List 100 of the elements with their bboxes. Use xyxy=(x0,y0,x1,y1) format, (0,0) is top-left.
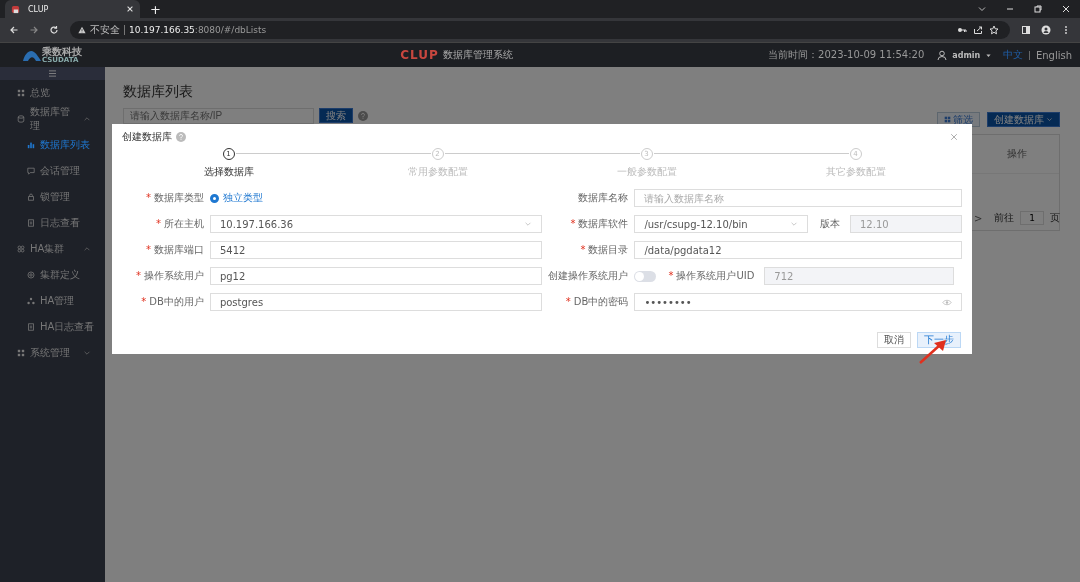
language-link[interactable]: English xyxy=(1035,49,1072,61)
required-mark: * xyxy=(565,296,571,307)
radio-button[interactable] xyxy=(209,193,219,203)
forward-icon[interactable] xyxy=(29,25,39,35)
select-field[interactable]: /usr/csupg-12.10/bin xyxy=(634,215,808,233)
reload-icon[interactable] xyxy=(49,25,59,35)
back-icon[interactable] xyxy=(9,25,19,35)
required-mark: * xyxy=(155,218,161,229)
menu-icon[interactable] xyxy=(48,70,57,77)
user-icon xyxy=(937,50,948,60)
required-mark: * xyxy=(145,192,151,203)
required-mark: * xyxy=(141,296,147,307)
caret-icon xyxy=(790,220,798,228)
input-field[interactable]: pg12 xyxy=(209,267,542,285)
company-name: 乘数科技 xyxy=(42,46,82,57)
sidebar-item[interactable]: HA集群 xyxy=(0,236,105,262)
share-icon[interactable] xyxy=(973,25,983,35)
step-label: 选择数据库 xyxy=(203,165,254,179)
tab-title: CLUP xyxy=(28,4,50,14)
key-icon[interactable] xyxy=(957,25,967,35)
password-field[interactable]: •••••••• xyxy=(634,293,962,311)
goto-label: 前往 xyxy=(994,211,1015,225)
required-mark: * xyxy=(570,218,576,229)
menu-item-icon xyxy=(27,271,35,279)
field-label: 所在主机 xyxy=(163,218,204,229)
system-title: 数据库管理系统 xyxy=(442,48,513,62)
grid-icon xyxy=(944,116,951,123)
search-button[interactable]: 搜索 xyxy=(319,108,353,123)
restore-icon[interactable] xyxy=(1033,4,1043,14)
caret-icon xyxy=(1046,116,1053,123)
page-suffix: 页 xyxy=(1050,211,1060,225)
sidebar-item[interactable]: 数据库列表 xyxy=(0,132,105,158)
chevron-down-icon[interactable] xyxy=(977,4,987,14)
app-logo-icon xyxy=(11,4,20,14)
menu-item-icon xyxy=(17,349,25,357)
caret-icon[interactable] xyxy=(985,51,993,59)
required-mark: * xyxy=(580,244,586,255)
sidebar-item[interactable]: HA管理 xyxy=(0,288,105,314)
required-mark: * xyxy=(135,270,141,281)
field-label: DB中的用户 xyxy=(149,296,204,307)
select-field[interactable]: 10.197.166.36 xyxy=(209,215,542,233)
required-mark: * xyxy=(668,270,674,281)
field-label: 操作系统用户UID xyxy=(676,270,755,281)
browser-tab[interactable]: CLUP xyxy=(5,0,140,18)
logo-icon xyxy=(22,49,42,61)
menu-item-icon xyxy=(27,141,35,149)
address-bar[interactable]: 不安全 10.197.166.35:8080/#/dbLists xyxy=(70,21,1010,39)
security-label: 不安全 xyxy=(90,23,120,37)
menu-item-icon xyxy=(17,89,25,97)
url-path: :8080/#/dbLists xyxy=(194,25,267,35)
menu-item-icon xyxy=(27,297,35,305)
input-field[interactable]: 5412 xyxy=(209,241,542,259)
create-database-button[interactable]: 创建数据库 xyxy=(987,112,1060,127)
url-host: 10.197.166.35 xyxy=(129,25,195,35)
sidebar-item[interactable]: 集群定义 xyxy=(0,262,105,288)
menu-item-icon xyxy=(27,167,35,175)
field-label: 创建操作系统用户 xyxy=(548,270,629,281)
next-page-button[interactable]: > xyxy=(973,212,983,224)
menu-item-icon xyxy=(17,245,25,253)
sidebar-item[interactable]: 总览 xyxy=(0,80,105,106)
current-time: 当前时间：2023-10-09 11:54:20 xyxy=(768,48,925,62)
sidebar-item[interactable]: 会话管理 xyxy=(0,158,105,184)
field-label: 版本 xyxy=(820,218,840,229)
sidebar-item[interactable]: 日志查看 xyxy=(0,210,105,236)
column-header: 操作 xyxy=(1005,147,1028,161)
input-field[interactable]: 请输入数据库名称 xyxy=(634,189,962,207)
page-number-field[interactable]: 1 xyxy=(1020,211,1044,225)
sidebar-item[interactable]: 系统管理 xyxy=(0,340,105,366)
field-label: 操作系统用户 xyxy=(143,270,204,281)
radio-label[interactable]: 独立类型 xyxy=(222,191,263,205)
sidebar-item[interactable]: 锁管理 xyxy=(0,184,105,210)
input-field[interactable]: /data/pgdata12 xyxy=(634,241,962,259)
user-menu[interactable]: admin xyxy=(952,50,981,60)
input-field[interactable]: postgres xyxy=(209,293,542,311)
field-label: DB中的密码 xyxy=(573,296,629,307)
profile-icon[interactable] xyxy=(1041,25,1051,35)
field-label: 数据库名称 xyxy=(578,192,629,203)
language-link[interactable]: 中文 xyxy=(1003,48,1024,62)
menu-item-icon xyxy=(27,193,35,201)
new-tab-button[interactable]: + xyxy=(150,2,161,16)
caret-icon xyxy=(523,220,532,228)
toggle-switch[interactable] xyxy=(634,270,657,282)
field-label: 数据库软件 xyxy=(578,218,629,229)
sidebar-item[interactable]: 数据库管理 xyxy=(0,106,105,132)
menu-item-icon xyxy=(17,115,25,123)
sidebar-item[interactable]: HA日志查看 xyxy=(0,314,105,340)
menu-item-icon xyxy=(27,219,35,227)
cancel-button[interactable]: 取消 xyxy=(877,332,911,348)
star-icon[interactable] xyxy=(989,25,999,35)
side-panel-icon[interactable] xyxy=(1021,25,1031,35)
separator: | xyxy=(1028,50,1031,60)
product-name: CLUP xyxy=(400,48,439,62)
page-title: 数据库列表 xyxy=(123,83,194,101)
field-label: 数据目录 xyxy=(588,244,629,255)
menu-item-icon xyxy=(27,323,35,331)
field-label: 数据库类型 xyxy=(153,192,204,203)
field-label: 数据库端口 xyxy=(153,244,204,255)
warning-icon xyxy=(78,26,86,34)
next-button[interactable]: 下一步 xyxy=(917,332,961,348)
dialog-title: 创建数据库 xyxy=(122,130,172,144)
